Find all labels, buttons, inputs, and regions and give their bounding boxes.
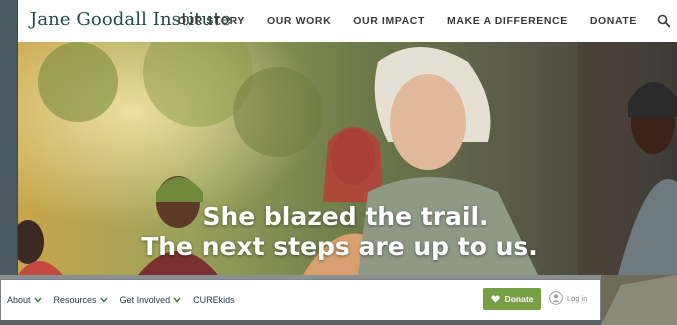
chevron-down-icon <box>33 297 42 303</box>
heart-icon <box>490 295 500 303</box>
window-bottom-strip <box>0 320 601 325</box>
top-navigation: Jane Goodall Institute OUR STORY OUR WOR… <box>18 0 677 42</box>
main-nav: OUR STORY OUR WORK OUR IMPACT MAKE A DIF… <box>156 0 671 42</box>
subnav-curekids[interactable]: CUREkids <box>193 295 235 305</box>
subnav-get-involved[interactable]: Get Involved <box>120 295 182 305</box>
nav-our-story[interactable]: OUR STORY <box>178 15 245 27</box>
donate-button[interactable]: Donate <box>483 288 541 310</box>
hero-banner: She blazed the trail. The next steps are… <box>18 42 677 275</box>
hero-headline-line-2: The next steps are up to us. <box>141 232 538 261</box>
secondary-window: About Resources Get Involved CUREkids Do… <box>0 275 601 325</box>
secondary-nav: About Resources Get Involved CUREkids <box>7 280 247 320</box>
chevron-down-icon <box>173 297 181 303</box>
hero-headline-line-1: She blazed the trail. <box>202 202 489 231</box>
subnav-about[interactable]: About <box>7 295 42 305</box>
hero-photo-edge <box>601 275 677 325</box>
secondary-nav-bar: About Resources Get Involved CUREkids Do… <box>0 279 601 321</box>
search-icon[interactable] <box>657 14 671 28</box>
nav-our-impact[interactable]: OUR IMPACT <box>353 15 425 27</box>
nav-make-a-difference[interactable]: MAKE A DIFFERENCE <box>447 15 568 27</box>
chevron-down-icon <box>100 297 108 303</box>
nav-donate[interactable]: DONATE <box>590 15 637 27</box>
nav-our-work[interactable]: OUR WORK <box>267 15 331 27</box>
login-link[interactable]: Log in <box>549 291 587 305</box>
user-icon <box>549 291 563 305</box>
site-window: Jane Goodall Institute OUR STORY OUR WOR… <box>18 0 677 275</box>
subnav-resources[interactable]: Resources <box>54 295 108 305</box>
